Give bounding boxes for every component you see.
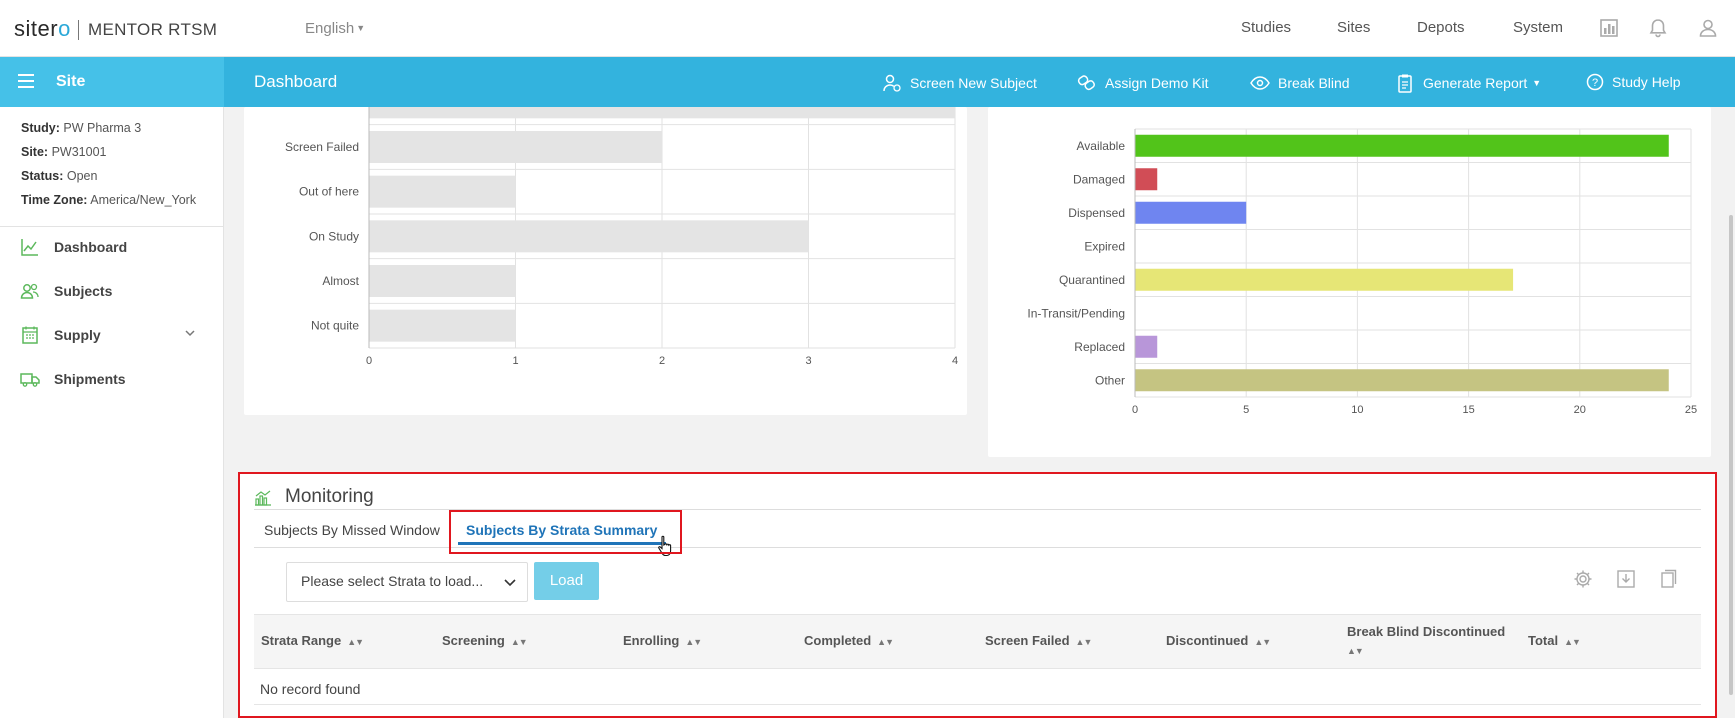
sitero-logo[interactable]: sitero <box>14 16 71 42</box>
category-label: Other <box>1095 373 1125 387</box>
menu-system[interactable]: System <box>1513 19 1563 36</box>
x-tick-label: 1 <box>512 355 518 367</box>
highlight-active-tab <box>449 510 682 554</box>
category-label: Available <box>1077 139 1126 153</box>
bar[interactable] <box>1135 134 1669 157</box>
x-tick-label: 20 <box>1574 404 1586 416</box>
page-title: Dashboard <box>254 72 338 91</box>
bar[interactable] <box>369 309 516 342</box>
x-tick-label: 0 <box>366 355 372 367</box>
language-dropdown[interactable]: English ▼ <box>305 20 365 37</box>
supply-calendar-icon <box>22 326 38 344</box>
sidebar-item-supply[interactable]: Supply <box>20 323 210 347</box>
category-label: Enrolled <box>315 107 359 109</box>
x-tick-label: 10 <box>1351 404 1363 416</box>
users-icon <box>20 283 39 299</box>
study-help-label: Study Help <box>1612 74 1681 90</box>
sidebar-divider <box>0 226 224 227</box>
link-kit-icon <box>1077 75 1095 91</box>
menu-studies[interactable]: Studies <box>1241 19 1291 36</box>
sidebar: Study: PW Pharma 3 Site: PW31001 Status:… <box>0 107 224 718</box>
bar[interactable] <box>1135 369 1669 392</box>
status-info: Status: Open <box>21 169 98 183</box>
chevron-down-icon[interactable] <box>184 327 196 339</box>
bar[interactable] <box>1135 335 1158 358</box>
study-info: Study: PW Pharma 3 <box>21 121 142 135</box>
x-tick-label: 25 <box>1685 404 1697 416</box>
x-tick-label: 4 <box>952 355 958 367</box>
screen-new-subject-button[interactable]: Screen New Subject <box>882 73 1037 93</box>
bar[interactable] <box>1135 168 1158 191</box>
break-blind-label: Break Blind <box>1278 75 1350 91</box>
category-label: Out of here <box>299 185 359 199</box>
line-chart-icon <box>21 239 38 256</box>
page-scrollbar-thumb[interactable] <box>1729 215 1733 695</box>
kits-chart-card: 0 5 10 15 20 25 Available Damaged Dispensed Expir… <box>988 107 1711 457</box>
highlight-monitoring-panel <box>238 472 1717 718</box>
menu-sites[interactable]: Sites <box>1337 19 1370 36</box>
category-label: Damaged <box>1073 172 1125 186</box>
clipboard-icon <box>1398 74 1412 93</box>
logo-divider <box>78 20 79 40</box>
x-tick-label: 0 <box>1132 404 1138 416</box>
reports-chart-icon[interactable] <box>1598 17 1620 39</box>
category-label: Dispensed <box>1068 206 1125 220</box>
sidebar-header: Site <box>0 57 224 107</box>
hamburger-menu-icon[interactable] <box>18 74 34 88</box>
sidebar-item-shipments[interactable]: Shipments <box>20 367 210 391</box>
subjects-status-bar-chart: 0 1 2 3 4 Enrolled Screen Failed Out of here On … <box>285 79 958 367</box>
x-tick-label: 15 <box>1462 404 1474 416</box>
category-label: Almost <box>322 274 359 288</box>
bar[interactable] <box>1135 268 1514 291</box>
assign-demo-kit-label: Assign Demo Kit <box>1105 75 1209 91</box>
sidebar-item-label: Subjects <box>54 283 113 299</box>
study-help-button[interactable]: ? Study Help <box>1586 73 1680 91</box>
sidebar-item-label: Dashboard <box>54 239 128 255</box>
sidebar-title: Site <box>56 73 86 90</box>
truck-icon <box>20 373 40 387</box>
category-label: Replaced <box>1074 340 1125 354</box>
category-label: Expired <box>1084 239 1125 253</box>
kit-status-bar-chart: 0 5 10 15 20 25 Available Damaged Dispensed Expir… <box>1027 128 1697 416</box>
assign-demo-kit-button[interactable]: Assign Demo Kit <box>1077 73 1208 93</box>
category-label: Quarantined <box>1059 273 1125 287</box>
subjects-chart-card: 0 1 2 3 4 Enrolled Screen Failed Out of here On … <box>244 79 967 415</box>
user-add-icon <box>883 74 901 92</box>
bar[interactable] <box>369 175 516 208</box>
x-tick-label: 3 <box>805 355 811 367</box>
screen-new-subject-label: Screen New Subject <box>910 75 1037 91</box>
category-label: On Study <box>309 229 359 243</box>
sidebar-item-label: Supply <box>54 327 101 343</box>
break-blind-button[interactable]: Break Blind <box>1250 73 1350 93</box>
bar[interactable] <box>1135 201 1247 224</box>
bar[interactable] <box>369 131 662 163</box>
product-name: MENTOR RTSM <box>88 20 218 39</box>
top-navbar: sitero MENTOR RTSM English ▼ Studies Site… <box>0 0 1735 57</box>
caret-down-icon: ▼ <box>1532 78 1542 88</box>
help-icon: ? <box>1586 73 1604 91</box>
sidebar-item-dashboard[interactable]: Dashboard <box>20 235 210 259</box>
eye-icon <box>1250 76 1270 90</box>
generate-report-label: Generate Report <box>1423 75 1528 91</box>
x-tick-label: 5 <box>1243 404 1249 416</box>
x-tick-label: 2 <box>659 355 665 367</box>
timezone-info: Time Zone: America/New_York <box>21 193 197 207</box>
bar[interactable] <box>369 265 516 297</box>
action-bar: Site Dashboard Screen New Subject Assign… <box>0 57 1735 107</box>
notification-bell-icon[interactable] <box>1647 17 1669 39</box>
category-label: In-Transit/Pending <box>1027 306 1125 320</box>
user-profile-icon[interactable] <box>1697 17 1719 39</box>
site-info: Site: PW31001 <box>21 145 107 159</box>
svg-text:?: ? <box>1592 77 1598 89</box>
bar[interactable] <box>369 220 809 253</box>
bar[interactable] <box>369 86 955 119</box>
sidebar-item-label: Shipments <box>54 371 126 387</box>
sidebar-item-subjects[interactable]: Subjects <box>20 279 210 303</box>
category-label: Screen Failed <box>285 140 359 154</box>
category-label: Not quite <box>311 319 359 333</box>
menu-depots[interactable]: Depots <box>1417 19 1465 36</box>
generate-report-dropdown[interactable]: Generate Report ▼ <box>1395 73 1541 93</box>
